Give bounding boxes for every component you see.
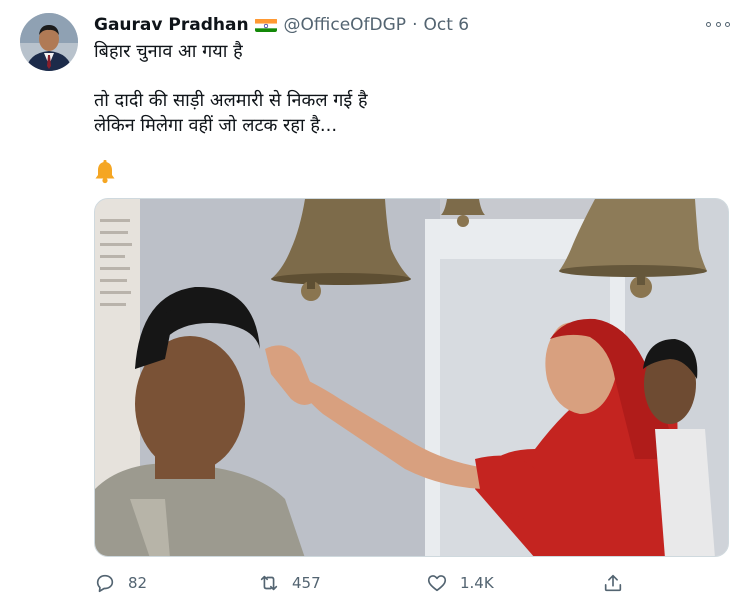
retweet-icon — [260, 575, 278, 591]
reply-count: 82 — [128, 574, 148, 592]
india-flag-icon — [254, 18, 277, 32]
like-count: 1.4K — [460, 574, 494, 592]
reply-button[interactable]: 82 — [94, 570, 147, 596]
retweet-button[interactable]: 457 — [258, 570, 321, 596]
bell-icon — [94, 160, 116, 184]
separator-dot: · — [412, 15, 418, 35]
tweet-date[interactable]: Oct 6 — [423, 15, 469, 35]
tweet-text-line-2: तो दादी की साड़ी अलमारी से निकल गई है — [94, 90, 368, 111]
reply-icon — [96, 574, 114, 593]
retweet-count: 457 — [292, 574, 321, 592]
tweet-photo[interactable] — [94, 198, 729, 557]
tweet-header: Gaurav Pradhan @OfficeOfDGP · Oct 6 — [94, 13, 469, 37]
author-name[interactable]: Gaurav Pradhan — [94, 15, 249, 35]
share-button[interactable] — [602, 570, 636, 596]
heart-icon — [427, 575, 447, 592]
tweet-actions: 82 457 1.4K — [94, 570, 634, 596]
avatar[interactable] — [20, 13, 78, 71]
like-button[interactable]: 1.4K — [426, 570, 494, 596]
tweet-text-line-3: लेकिन मिलेगा वहीं जो लटक रहा है... — [94, 115, 338, 136]
share-icon — [604, 574, 622, 592]
author-handle[interactable]: @OfficeOfDGP — [284, 15, 407, 35]
avatar-image — [20, 13, 78, 71]
temple-bells-photo — [95, 199, 728, 556]
more-options-icon[interactable] — [706, 17, 730, 31]
tweet-text-line-1: बिहार चुनाव आ गया है — [94, 41, 243, 62]
